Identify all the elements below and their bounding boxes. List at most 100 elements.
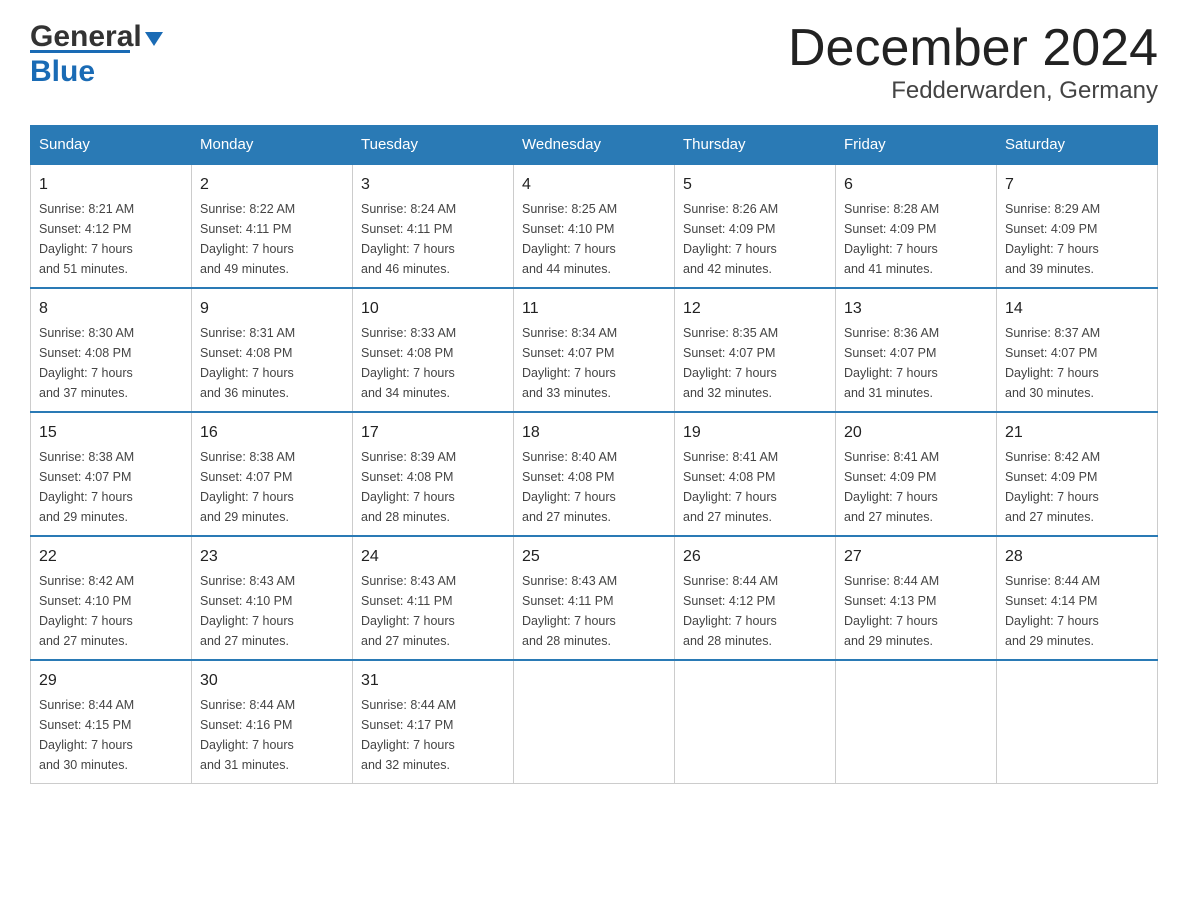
- calendar-cell: 10Sunrise: 8:33 AMSunset: 4:08 PMDayligh…: [353, 288, 514, 412]
- column-header-monday: Monday: [192, 126, 353, 165]
- day-info: Sunrise: 8:37 AMSunset: 4:07 PMDaylight:…: [1005, 323, 1149, 403]
- calendar-cell: 19Sunrise: 8:41 AMSunset: 4:08 PMDayligh…: [675, 412, 836, 536]
- day-info: Sunrise: 8:43 AMSunset: 4:11 PMDaylight:…: [522, 571, 666, 651]
- calendar-cell: 25Sunrise: 8:43 AMSunset: 4:11 PMDayligh…: [514, 536, 675, 660]
- day-info: Sunrise: 8:24 AMSunset: 4:11 PMDaylight:…: [361, 199, 505, 279]
- day-info: Sunrise: 8:44 AMSunset: 4:14 PMDaylight:…: [1005, 571, 1149, 651]
- calendar-cell: 9Sunrise: 8:31 AMSunset: 4:08 PMDaylight…: [192, 288, 353, 412]
- column-header-sunday: Sunday: [31, 126, 192, 165]
- day-info: Sunrise: 8:43 AMSunset: 4:10 PMDaylight:…: [200, 571, 344, 651]
- logo-general: General: [30, 20, 142, 54]
- day-info: Sunrise: 8:44 AMSunset: 4:16 PMDaylight:…: [200, 695, 344, 775]
- day-number: 20: [844, 421, 988, 445]
- day-info: Sunrise: 8:25 AMSunset: 4:10 PMDaylight:…: [522, 199, 666, 279]
- calendar-cell: 28Sunrise: 8:44 AMSunset: 4:14 PMDayligh…: [997, 536, 1158, 660]
- day-number: 11: [522, 297, 666, 321]
- day-number: 10: [361, 297, 505, 321]
- calendar-week-5: 29Sunrise: 8:44 AMSunset: 4:15 PMDayligh…: [31, 660, 1158, 784]
- day-info: Sunrise: 8:35 AMSunset: 4:07 PMDaylight:…: [683, 323, 827, 403]
- calendar-week-2: 8Sunrise: 8:30 AMSunset: 4:08 PMDaylight…: [31, 288, 1158, 412]
- day-info: Sunrise: 8:42 AMSunset: 4:09 PMDaylight:…: [1005, 447, 1149, 527]
- calendar-cell: [997, 660, 1158, 784]
- location-title: Fedderwarden, Germany: [788, 77, 1158, 105]
- day-number: 18: [522, 421, 666, 445]
- logo-blue: Blue: [30, 55, 95, 88]
- day-number: 1: [39, 173, 183, 197]
- logo-triangle-icon: [145, 32, 163, 46]
- calendar-table: SundayMondayTuesdayWednesdayThursdayFrid…: [30, 125, 1158, 784]
- calendar-cell: 8Sunrise: 8:30 AMSunset: 4:08 PMDaylight…: [31, 288, 192, 412]
- day-number: 14: [1005, 297, 1149, 321]
- day-number: 4: [522, 173, 666, 197]
- month-title: December 2024: [788, 20, 1158, 77]
- calendar-cell: 6Sunrise: 8:28 AMSunset: 4:09 PMDaylight…: [836, 164, 997, 288]
- day-number: 22: [39, 545, 183, 569]
- day-info: Sunrise: 8:30 AMSunset: 4:08 PMDaylight:…: [39, 323, 183, 403]
- calendar-cell: 2Sunrise: 8:22 AMSunset: 4:11 PMDaylight…: [192, 164, 353, 288]
- calendar-cell: [675, 660, 836, 784]
- day-info: Sunrise: 8:29 AMSunset: 4:09 PMDaylight:…: [1005, 199, 1149, 279]
- day-info: Sunrise: 8:41 AMSunset: 4:09 PMDaylight:…: [844, 447, 988, 527]
- day-info: Sunrise: 8:28 AMSunset: 4:09 PMDaylight:…: [844, 199, 988, 279]
- calendar-cell: 16Sunrise: 8:38 AMSunset: 4:07 PMDayligh…: [192, 412, 353, 536]
- calendar-cell: 22Sunrise: 8:42 AMSunset: 4:10 PMDayligh…: [31, 536, 192, 660]
- calendar-title-area: December 2024 Fedderwarden, Germany: [788, 20, 1158, 105]
- column-header-tuesday: Tuesday: [353, 126, 514, 165]
- calendar-cell: 15Sunrise: 8:38 AMSunset: 4:07 PMDayligh…: [31, 412, 192, 536]
- day-info: Sunrise: 8:22 AMSunset: 4:11 PMDaylight:…: [200, 199, 344, 279]
- calendar-body: 1Sunrise: 8:21 AMSunset: 4:12 PMDaylight…: [31, 164, 1158, 784]
- column-header-thursday: Thursday: [675, 126, 836, 165]
- day-info: Sunrise: 8:21 AMSunset: 4:12 PMDaylight:…: [39, 199, 183, 279]
- calendar-cell: 5Sunrise: 8:26 AMSunset: 4:09 PMDaylight…: [675, 164, 836, 288]
- calendar-cell: 23Sunrise: 8:43 AMSunset: 4:10 PMDayligh…: [192, 536, 353, 660]
- day-info: Sunrise: 8:38 AMSunset: 4:07 PMDaylight:…: [200, 447, 344, 527]
- day-info: Sunrise: 8:31 AMSunset: 4:08 PMDaylight:…: [200, 323, 344, 403]
- day-info: Sunrise: 8:44 AMSunset: 4:15 PMDaylight:…: [39, 695, 183, 775]
- day-info: Sunrise: 8:34 AMSunset: 4:07 PMDaylight:…: [522, 323, 666, 403]
- day-number: 8: [39, 297, 183, 321]
- calendar-cell: 3Sunrise: 8:24 AMSunset: 4:11 PMDaylight…: [353, 164, 514, 288]
- calendar-cell: 20Sunrise: 8:41 AMSunset: 4:09 PMDayligh…: [836, 412, 997, 536]
- day-number: 16: [200, 421, 344, 445]
- day-info: Sunrise: 8:44 AMSunset: 4:17 PMDaylight:…: [361, 695, 505, 775]
- calendar-cell: 21Sunrise: 8:42 AMSunset: 4:09 PMDayligh…: [997, 412, 1158, 536]
- calendar-week-3: 15Sunrise: 8:38 AMSunset: 4:07 PMDayligh…: [31, 412, 1158, 536]
- day-info: Sunrise: 8:41 AMSunset: 4:08 PMDaylight:…: [683, 447, 827, 527]
- calendar-cell: 1Sunrise: 8:21 AMSunset: 4:12 PMDaylight…: [31, 164, 192, 288]
- calendar-header-row: SundayMondayTuesdayWednesdayThursdayFrid…: [31, 126, 1158, 165]
- day-number: 28: [1005, 545, 1149, 569]
- day-number: 19: [683, 421, 827, 445]
- day-number: 9: [200, 297, 344, 321]
- day-info: Sunrise: 8:42 AMSunset: 4:10 PMDaylight:…: [39, 571, 183, 651]
- day-info: Sunrise: 8:44 AMSunset: 4:12 PMDaylight:…: [683, 571, 827, 651]
- column-header-friday: Friday: [836, 126, 997, 165]
- day-number: 17: [361, 421, 505, 445]
- day-info: Sunrise: 8:44 AMSunset: 4:13 PMDaylight:…: [844, 571, 988, 651]
- day-number: 31: [361, 669, 505, 693]
- day-number: 30: [200, 669, 344, 693]
- calendar-cell: 17Sunrise: 8:39 AMSunset: 4:08 PMDayligh…: [353, 412, 514, 536]
- day-number: 23: [200, 545, 344, 569]
- day-number: 5: [683, 173, 827, 197]
- day-number: 3: [361, 173, 505, 197]
- calendar-cell: [514, 660, 675, 784]
- day-number: 26: [683, 545, 827, 569]
- calendar-cell: 12Sunrise: 8:35 AMSunset: 4:07 PMDayligh…: [675, 288, 836, 412]
- logo: General Blue: [30, 20, 163, 89]
- calendar-cell: 4Sunrise: 8:25 AMSunset: 4:10 PMDaylight…: [514, 164, 675, 288]
- page-header: General Blue December 2024 Fedderwarden,…: [30, 20, 1158, 105]
- day-number: 7: [1005, 173, 1149, 197]
- calendar-cell: [836, 660, 997, 784]
- calendar-cell: 24Sunrise: 8:43 AMSunset: 4:11 PMDayligh…: [353, 536, 514, 660]
- calendar-cell: 13Sunrise: 8:36 AMSunset: 4:07 PMDayligh…: [836, 288, 997, 412]
- day-number: 24: [361, 545, 505, 569]
- calendar-cell: 7Sunrise: 8:29 AMSunset: 4:09 PMDaylight…: [997, 164, 1158, 288]
- calendar-cell: 11Sunrise: 8:34 AMSunset: 4:07 PMDayligh…: [514, 288, 675, 412]
- day-number: 29: [39, 669, 183, 693]
- calendar-cell: 27Sunrise: 8:44 AMSunset: 4:13 PMDayligh…: [836, 536, 997, 660]
- day-number: 2: [200, 173, 344, 197]
- day-info: Sunrise: 8:43 AMSunset: 4:11 PMDaylight:…: [361, 571, 505, 651]
- day-number: 21: [1005, 421, 1149, 445]
- day-number: 12: [683, 297, 827, 321]
- calendar-cell: 14Sunrise: 8:37 AMSunset: 4:07 PMDayligh…: [997, 288, 1158, 412]
